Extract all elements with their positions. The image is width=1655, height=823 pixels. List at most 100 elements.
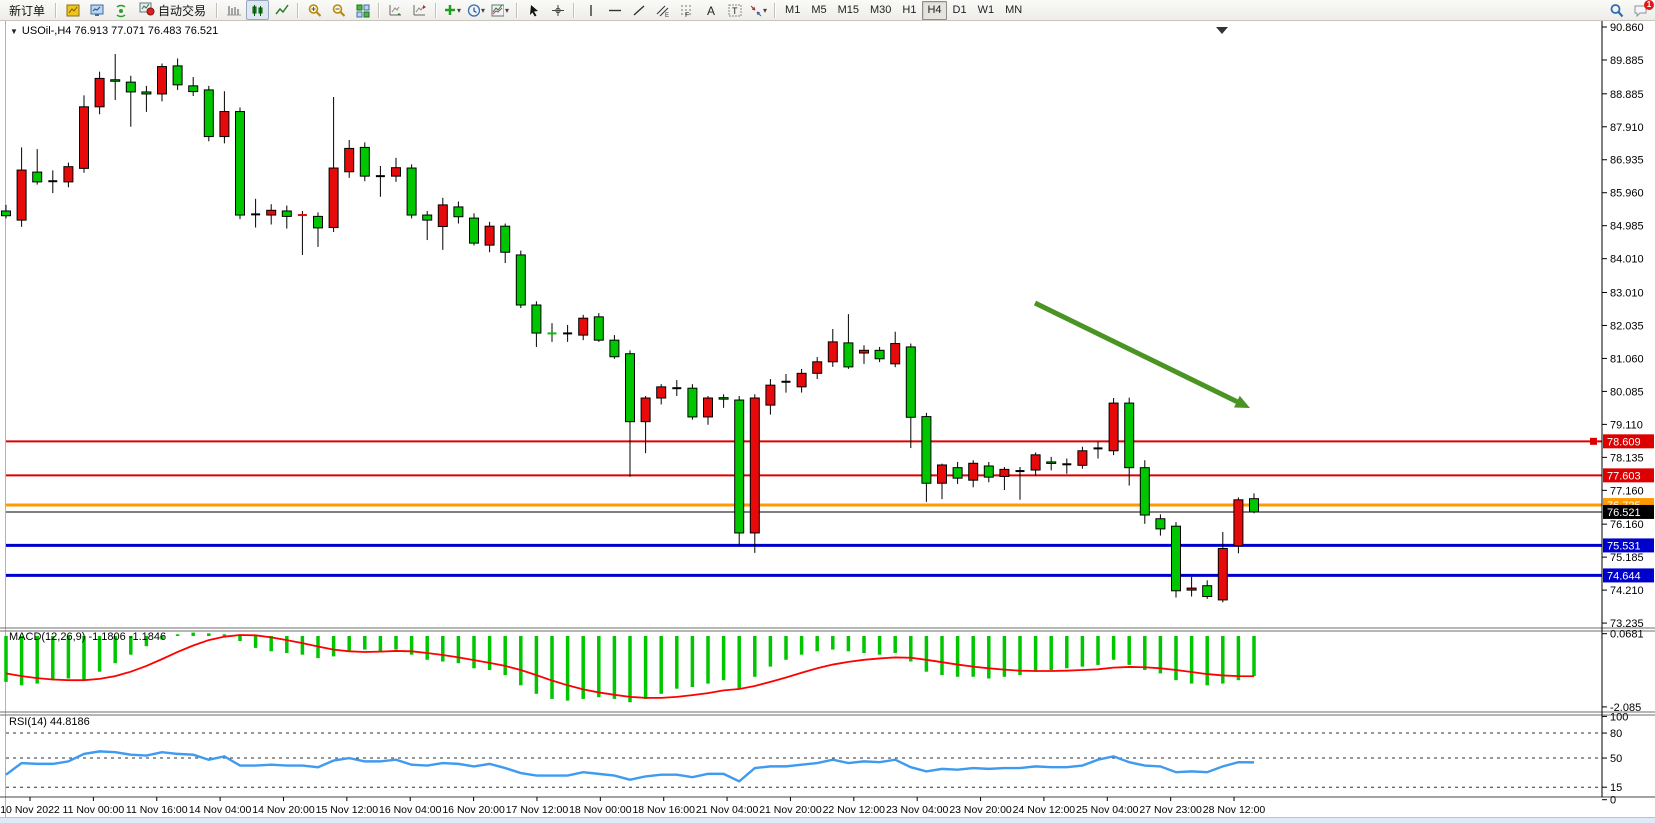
autotrade-icon <box>139 1 155 19</box>
cursor-icon[interactable] <box>522 0 545 20</box>
candle <box>532 305 541 333</box>
candle <box>501 226 510 252</box>
candle <box>392 168 401 176</box>
chart-line-icon[interactable] <box>270 0 293 20</box>
price-badge-label: 77.603 <box>1607 470 1641 482</box>
candle <box>470 218 479 243</box>
candle <box>64 167 73 182</box>
svg-text:A: A <box>707 4 715 18</box>
time-tick-label: 28 Nov 12:00 <box>1203 804 1266 816</box>
timeframe-button-m15[interactable]: M15 <box>833 1 864 20</box>
candle <box>844 343 853 367</box>
candle <box>984 466 993 477</box>
dropdown-caret-icon[interactable]: ▾ <box>505 6 511 15</box>
new-order-button[interactable]: 新订单 <box>3 0 51 20</box>
equidistant-channel-icon[interactable]: E <box>651 0 674 20</box>
chat-icon[interactable]: 1 <box>1629 0 1652 20</box>
candle <box>766 385 775 405</box>
time-tick-label: 15 Nov 12:00 <box>316 804 379 816</box>
candle <box>158 67 167 94</box>
candle <box>860 350 869 353</box>
line-drag-handle[interactable] <box>1590 438 1597 445</box>
toolbar-separator <box>435 3 437 18</box>
toolbar: 新订单 自动交易 ▾ ▾ ▾ E F AT ▾ M1M5M15M30H1H4D1W1MN 1 <box>0 0 1655 21</box>
time-tick-label: 14 Nov 04:00 <box>189 804 252 816</box>
chart-shift-icon[interactable] <box>408 0 431 20</box>
candle <box>142 92 151 94</box>
candle <box>423 215 432 220</box>
svg-text:F: F <box>685 12 689 18</box>
price-tick-label: 74.210 <box>1610 585 1644 597</box>
candle <box>407 168 416 215</box>
arrows-icon[interactable]: ▾ <box>747 0 770 20</box>
timeframe-button-w1[interactable]: W1 <box>973 1 1000 20</box>
candle <box>891 344 900 364</box>
timeframe-button-d1[interactable]: D1 <box>948 1 972 20</box>
new-order-button-label: 新订单 <box>9 2 45 19</box>
market-watch-icon[interactable] <box>85 0 108 20</box>
candle <box>828 342 837 362</box>
time-tick-label: 23 Nov 04:00 <box>886 804 949 816</box>
candle <box>1218 549 1227 600</box>
timeframe-button-mn[interactable]: MN <box>1000 1 1027 20</box>
auto-trading-button[interactable]: 自动交易 <box>133 0 212 20</box>
zoom-out-icon[interactable] <box>327 0 350 20</box>
dropdown-caret-icon[interactable]: ▾ <box>457 6 463 15</box>
dropdown-caret-icon[interactable]: ▾ <box>481 6 487 15</box>
crosshair-icon[interactable] <box>546 0 569 20</box>
timeframe-button-h4[interactable]: H4 <box>922 1 946 20</box>
auto-trading-button-label: 自动交易 <box>158 2 206 19</box>
candle <box>1187 588 1196 590</box>
time-tick-label: 16 Nov 04:00 <box>379 804 442 816</box>
rsi-indicator-label: RSI(14) 44.8186 <box>9 716 90 728</box>
candle <box>454 207 463 217</box>
timeframe-button-m1[interactable]: M1 <box>780 1 805 20</box>
candle <box>626 354 635 422</box>
tile-windows-icon[interactable] <box>351 0 374 20</box>
rsi-axis-label: 100 <box>1610 711 1628 723</box>
candle <box>345 148 354 171</box>
price-tick-label: 77.160 <box>1610 485 1644 497</box>
svg-text:E: E <box>665 13 669 18</box>
candle <box>1047 462 1056 464</box>
timeframe-button-m30[interactable]: M30 <box>865 1 896 20</box>
candle <box>594 317 603 340</box>
horizontal-line-icon[interactable] <box>603 0 626 20</box>
candle <box>329 168 338 228</box>
price-tick-label: 79.110 <box>1610 419 1643 431</box>
auto-scroll-icon[interactable] <box>384 0 407 20</box>
search-icon[interactable] <box>1605 0 1628 20</box>
dropdown-caret-icon[interactable]: ▾ <box>763 6 769 15</box>
price-tick-label: 76.160 <box>1610 519 1644 531</box>
time-tick-label: 21 Nov 04:00 <box>696 804 759 816</box>
templates-icon[interactable]: ▾ <box>489 0 512 20</box>
toolbar-separator <box>573 3 575 18</box>
chart-bars-icon[interactable] <box>222 0 245 20</box>
fibonacci-icon[interactable]: F <box>675 0 698 20</box>
chart-window-icon[interactable] <box>61 0 84 20</box>
candle <box>922 417 931 484</box>
time-tick-label: 11 Nov 16:00 <box>126 804 188 816</box>
trendline-icon[interactable] <box>627 0 650 20</box>
rsi-axis-label: 80 <box>1610 728 1622 740</box>
text-icon[interactable]: A <box>699 0 722 20</box>
price-tick-label: 83.010 <box>1610 287 1644 299</box>
timeframe-button-m5[interactable]: M5 <box>806 1 831 20</box>
price-tick-label: 80.085 <box>1610 386 1644 398</box>
zoom-in-icon[interactable] <box>303 0 326 20</box>
text-label-icon[interactable]: T <box>723 0 746 20</box>
price-tick-label: 82.035 <box>1610 320 1644 332</box>
indicators-icon[interactable]: ▾ <box>441 0 464 20</box>
collapse-arrow-icon[interactable]: ▼ <box>10 27 18 36</box>
rsi-axis-label: 50 <box>1610 753 1622 765</box>
chart-candles-icon[interactable] <box>246 0 269 20</box>
candle <box>875 350 884 358</box>
vertical-line-icon[interactable] <box>579 0 602 20</box>
candle <box>1125 403 1134 468</box>
toolbar-separator <box>516 3 518 18</box>
signals-icon[interactable] <box>109 0 132 20</box>
timeframe-button-h1[interactable]: H1 <box>897 1 921 20</box>
candle <box>1234 500 1243 546</box>
chart-canvas[interactable]: 90.86089.88588.88587.91086.93585.96084.9… <box>0 21 1655 823</box>
periods-icon[interactable]: ▾ <box>465 0 488 20</box>
